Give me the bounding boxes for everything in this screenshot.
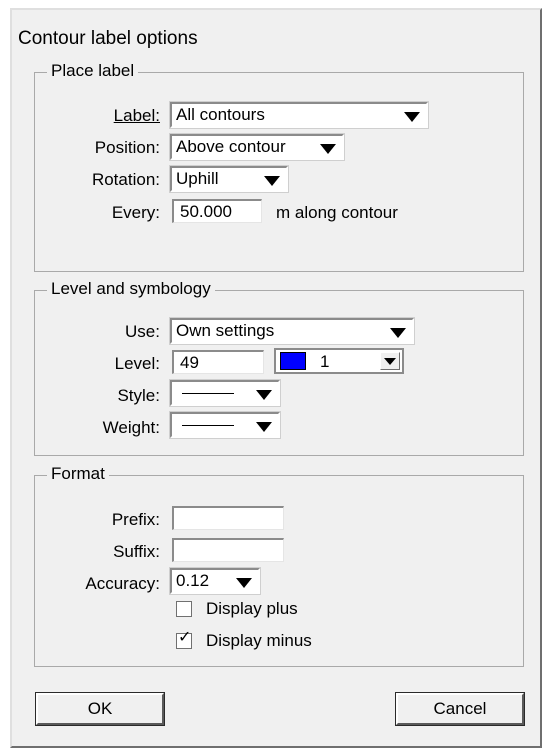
- every-caption: Every:: [111, 203, 160, 222]
- display-plus-checkbox[interactable]: [176, 601, 192, 617]
- ok-button[interactable]: OK: [35, 692, 165, 726]
- accuracy-dropdown[interactable]: 0.12: [169, 567, 261, 595]
- suffix-caption: Suffix:: [113, 542, 160, 561]
- weight-caption: Weight:: [102, 418, 160, 437]
- dialog-title: Contour label options: [18, 28, 198, 49]
- rotation-dropdown-value: Uphill: [176, 169, 219, 188]
- chevron-down-icon: [236, 578, 252, 588]
- prefix-caption: Prefix:: [111, 510, 160, 529]
- style-caption: Style:: [117, 386, 160, 405]
- display-minus-label[interactable]: Display minus: [206, 631, 312, 651]
- chevron-down-icon: [390, 328, 406, 338]
- prefix-input[interactable]: [172, 506, 284, 530]
- display-minus-checkbox[interactable]: ✓: [176, 629, 192, 649]
- format-group-title: Format: [47, 464, 109, 484]
- level-caption: Level:: [114, 354, 160, 373]
- color-dropdown-button[interactable]: [380, 352, 400, 370]
- chevron-down-icon: [404, 112, 420, 122]
- label-dropdown[interactable]: All contours: [169, 101, 429, 129]
- level-input[interactable]: 49: [172, 350, 264, 374]
- every-input[interactable]: 50.000: [172, 199, 262, 223]
- place-label-group-title: Place label: [47, 61, 139, 81]
- position-dropdown[interactable]: Above contour: [169, 133, 345, 161]
- chevron-down-icon: [264, 176, 280, 186]
- chevron-down-icon: [256, 422, 272, 432]
- style-dropdown[interactable]: [169, 379, 281, 407]
- accuracy-dropdown-value: 0.12: [176, 571, 210, 590]
- color-swatch: [280, 352, 306, 370]
- level-symbology-group-title: Level and symbology: [47, 279, 215, 299]
- line-weight-glyph: [182, 425, 234, 426]
- chevron-down-icon: [320, 144, 336, 154]
- display-plus-label[interactable]: Display plus: [206, 599, 298, 619]
- weight-dropdown[interactable]: [169, 411, 281, 439]
- check-icon: ✓: [178, 629, 192, 646]
- position-dropdown-value: Above contour: [176, 137, 286, 156]
- use-dropdown[interactable]: Own settings: [169, 317, 415, 345]
- every-suffix: m along contour: [276, 203, 398, 222]
- chevron-down-icon: [256, 390, 272, 400]
- accuracy-caption: Accuracy:: [85, 574, 160, 593]
- suffix-input[interactable]: [172, 538, 284, 562]
- color-index: 1: [320, 352, 330, 371]
- chevron-down-icon: [384, 358, 396, 365]
- label-dropdown-value: All contours: [176, 105, 265, 124]
- cancel-button[interactable]: Cancel: [395, 692, 525, 726]
- use-dropdown-value: Own settings: [176, 321, 275, 340]
- rotation-dropdown[interactable]: Uphill: [169, 165, 289, 193]
- rotation-caption: Rotation:: [91, 170, 160, 189]
- label-caption: Label:: [113, 106, 160, 125]
- line-style-glyph: [182, 393, 234, 394]
- color-picker[interactable]: 1: [274, 348, 404, 374]
- use-caption: Use:: [125, 322, 160, 341]
- position-caption: Position:: [94, 138, 160, 157]
